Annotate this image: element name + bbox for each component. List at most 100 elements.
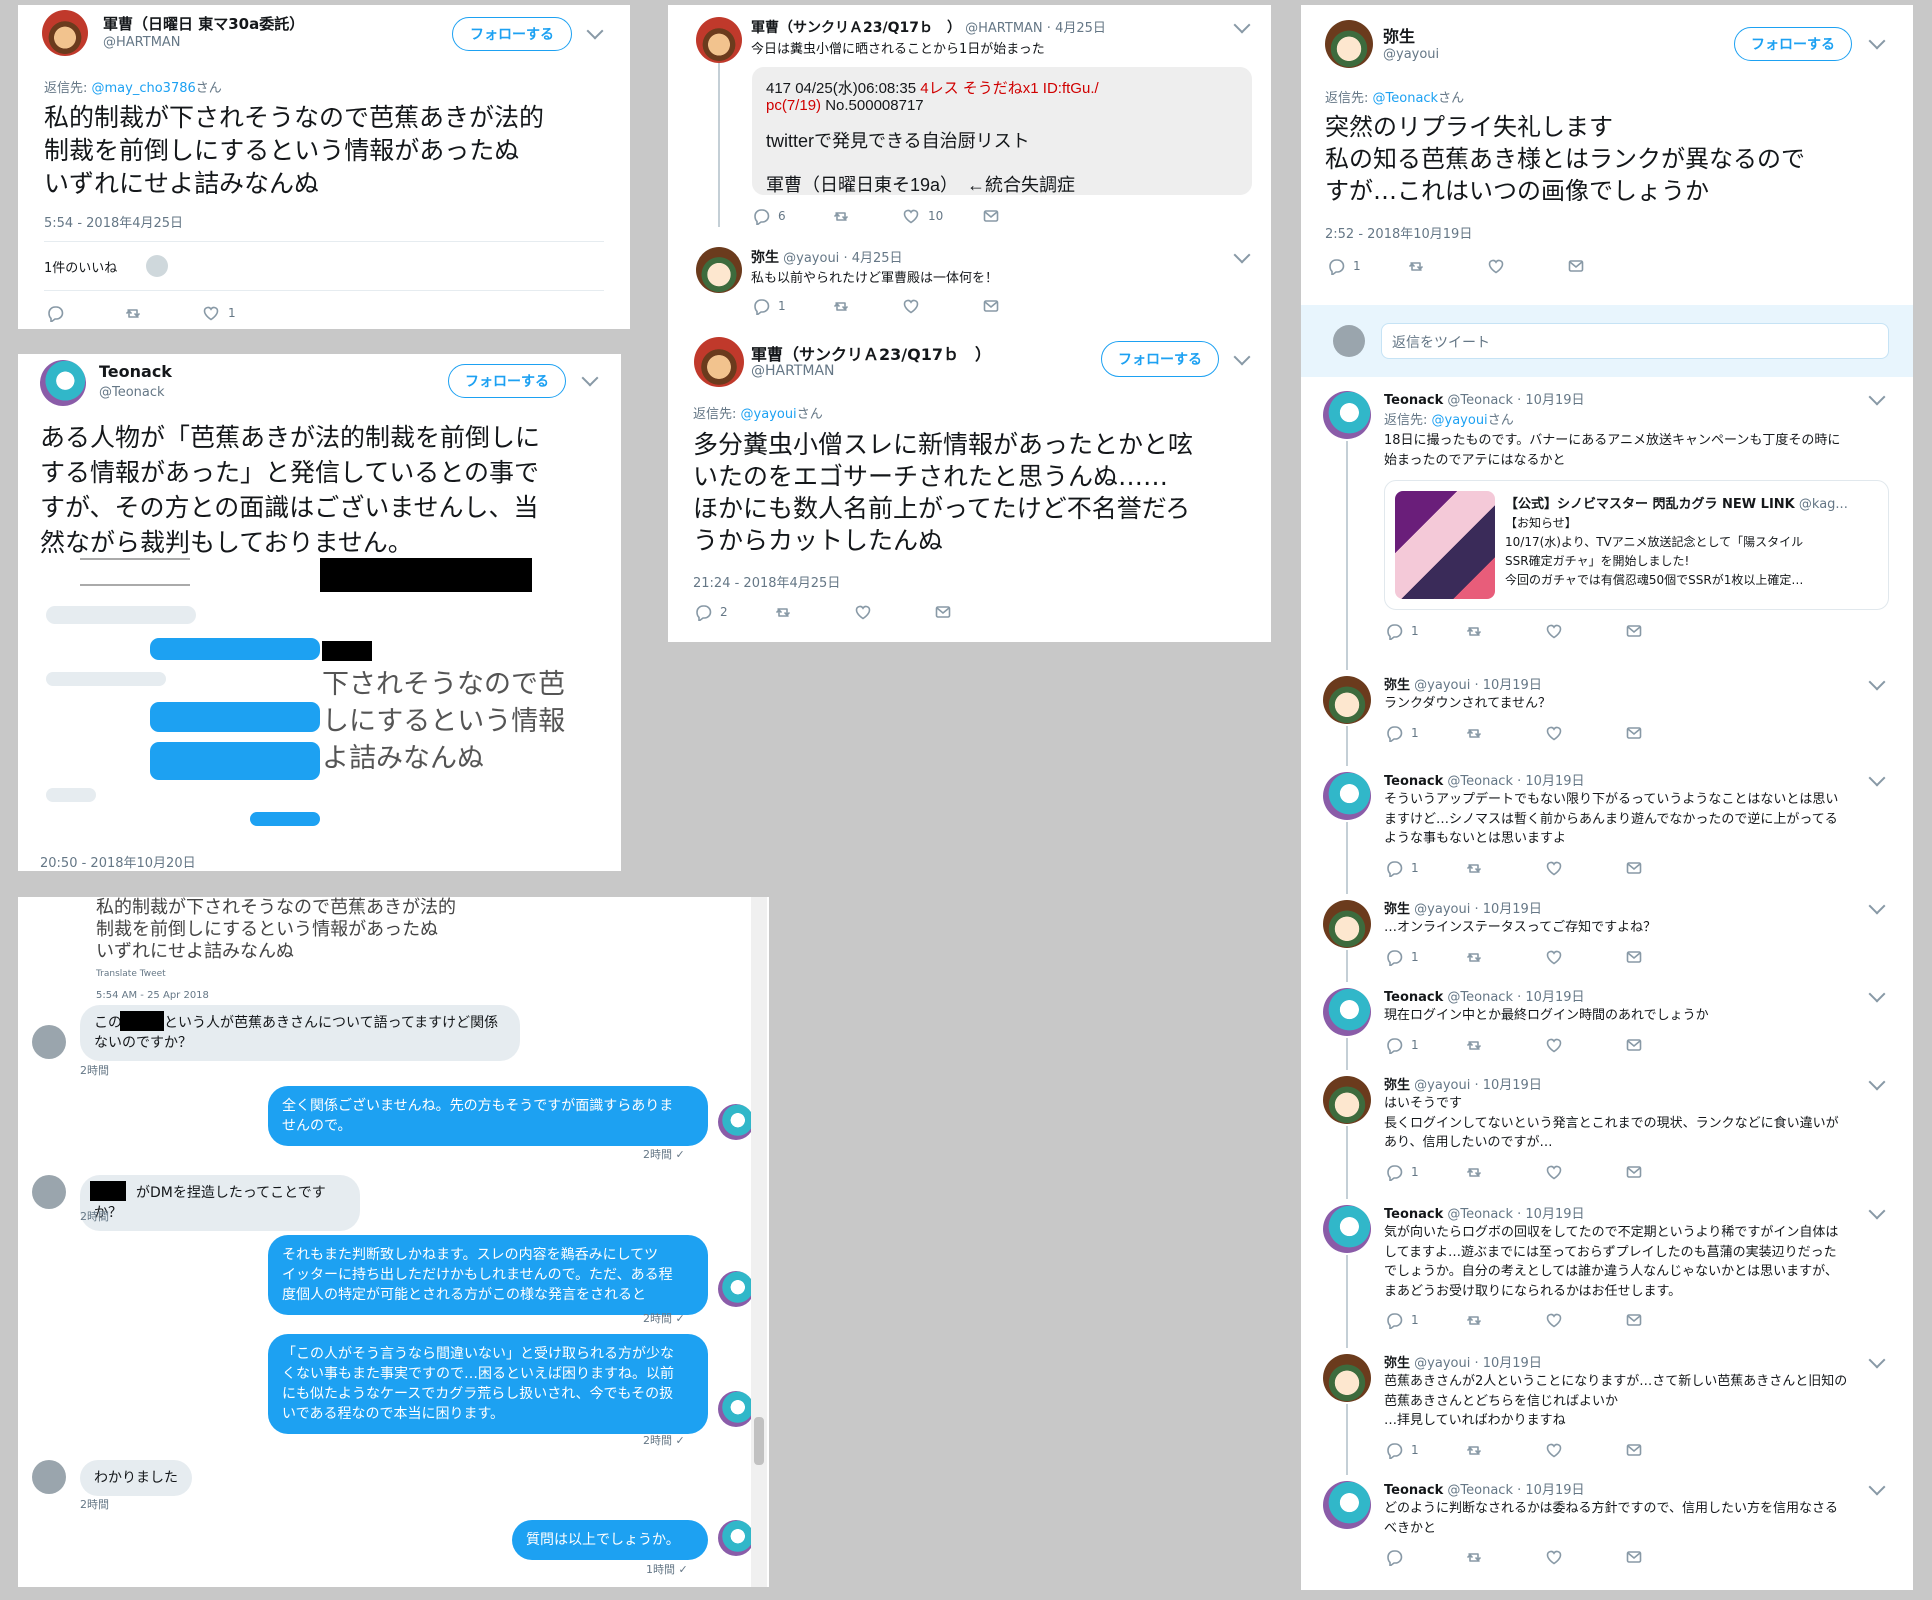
- dm-message[interactable]: わかりました: [80, 1460, 192, 1496]
- chevron-down-icon[interactable]: [1868, 769, 1886, 787]
- dm-button[interactable]: [982, 297, 1000, 315]
- tweet-date[interactable]: 10月19日: [1525, 774, 1584, 789]
- avatar-hartman[interactable]: [694, 337, 744, 387]
- chevron-down-icon[interactable]: [1868, 388, 1886, 406]
- dm-message[interactable]: 全く関係ございませんね。先の方もそうですが面識すらありま せんので。: [268, 1086, 708, 1146]
- chevron-down-icon[interactable]: [1233, 16, 1251, 34]
- like-button[interactable]: [1545, 1548, 1625, 1566]
- tweet-date[interactable]: 10月19日: [1525, 1207, 1584, 1222]
- dm-button[interactable]: [934, 603, 952, 621]
- dm-button[interactable]: [1625, 1163, 1643, 1181]
- dm-button[interactable]: [1625, 1036, 1643, 1054]
- tweet-timestamp[interactable]: 5:54 - 2018年4月25日: [44, 212, 183, 231]
- avatar-teonack[interactable]: [40, 360, 86, 406]
- follow-button[interactable]: フォローする: [1101, 341, 1219, 377]
- reply-button[interactable]: 1: [1385, 622, 1465, 640]
- tweet-date[interactable]: 10月19日: [1483, 1078, 1542, 1093]
- likes-label[interactable]: 1件のいいね: [44, 257, 117, 276]
- retweet-button[interactable]: [1407, 257, 1487, 275]
- chevron-down-icon[interactable]: [1868, 1478, 1886, 1496]
- like-button[interactable]: [1487, 257, 1567, 275]
- retweet-button[interactable]: [1465, 1036, 1545, 1054]
- chevron-down-icon[interactable]: [586, 22, 604, 40]
- avatar-yayoi[interactable]: [696, 247, 742, 293]
- follow-button[interactable]: フォローする: [448, 364, 566, 398]
- retweet-button[interactable]: [124, 304, 142, 322]
- author-name[interactable]: Teonack: [99, 362, 172, 381]
- avatar-default[interactable]: [32, 1025, 66, 1059]
- like-button[interactable]: [1545, 622, 1625, 640]
- avatar-hartman[interactable]: [696, 17, 742, 63]
- chevron-down-icon[interactable]: [1868, 1351, 1886, 1369]
- avatar-yayoi[interactable]: [1323, 1076, 1371, 1124]
- reply-to-user[interactable]: @yayoui: [741, 407, 797, 422]
- author-name[interactable]: Teonack: [1384, 990, 1443, 1005]
- chevron-down-icon[interactable]: [1868, 897, 1886, 915]
- avatar-default[interactable]: [32, 1175, 66, 1209]
- like-button[interactable]: [1545, 1311, 1625, 1329]
- avatar-yayoi[interactable]: [1323, 676, 1371, 724]
- retweet-button[interactable]: [1465, 1441, 1545, 1459]
- avatar-default[interactable]: [1333, 325, 1365, 357]
- author-name[interactable]: 弥生: [1384, 902, 1410, 917]
- avatar-teonack[interactable]: [718, 1520, 754, 1556]
- reply-button[interactable]: 1: [1385, 1311, 1465, 1329]
- reply-to-user[interactable]: @may_cho3786: [92, 81, 196, 96]
- avatar-teonack[interactable]: [1323, 772, 1371, 820]
- like-button[interactable]: [1545, 948, 1625, 966]
- retweet-button[interactable]: [1465, 859, 1545, 877]
- dm-button[interactable]: [1625, 724, 1643, 742]
- retweet-button[interactable]: [1465, 948, 1545, 966]
- chevron-down-icon[interactable]: [1868, 1202, 1886, 1220]
- dm-message[interactable]: 質問は以上でしょうか。: [512, 1520, 708, 1560]
- like-button[interactable]: [902, 297, 982, 315]
- avatar-teonack[interactable]: [1323, 988, 1371, 1036]
- reply-button[interactable]: 1: [1385, 859, 1465, 877]
- avatar-yayoi[interactable]: [1325, 20, 1373, 68]
- avatar-teonack[interactable]: [718, 1391, 754, 1427]
- dm-button[interactable]: [1625, 622, 1643, 640]
- reply-button[interactable]: 1: [1385, 1163, 1465, 1181]
- avatar-teonack[interactable]: [1323, 1205, 1371, 1253]
- dm-message[interactable]: それもまた判断致しかねます。スレの内容を鵜呑みにしてツ イッターに持ち出しただけ…: [268, 1235, 708, 1315]
- dm-button[interactable]: [1625, 859, 1643, 877]
- chevron-down-icon[interactable]: [581, 369, 599, 387]
- liker-avatar[interactable]: [146, 255, 168, 277]
- tweet-date[interactable]: 10月19日: [1525, 393, 1584, 408]
- reply-button[interactable]: 1: [1327, 257, 1407, 275]
- tweet-date[interactable]: 4月25日: [852, 251, 903, 266]
- author-name[interactable]: 軍曹（サンクリＡ23/Q17ｂ ）: [751, 341, 991, 365]
- tweet-date[interactable]: 10月19日: [1483, 902, 1542, 917]
- attached-image-dm-thumbnail[interactable]: [36, 554, 336, 834]
- author-name[interactable]: 軍曹（日曜日 東マ30a委託）: [103, 13, 304, 34]
- reply-to-user[interactable]: @Teonack: [1373, 91, 1439, 106]
- author-name[interactable]: Teonack: [1384, 1483, 1443, 1498]
- avatar-default[interactable]: [32, 1460, 66, 1494]
- reply-button[interactable]: 6: [752, 207, 832, 225]
- dm-button[interactable]: [1625, 948, 1643, 966]
- author-name[interactable]: 弥生: [751, 250, 779, 266]
- reply-button[interactable]: [1385, 1548, 1465, 1566]
- avatar-teonack[interactable]: [718, 1271, 754, 1307]
- chevron-down-icon[interactable]: [1233, 348, 1251, 366]
- chevron-down-icon[interactable]: [1868, 985, 1886, 1003]
- author-name[interactable]: 弥生: [1384, 1078, 1410, 1093]
- like-button[interactable]: [1545, 1441, 1625, 1459]
- like-button[interactable]: 10: [902, 207, 982, 225]
- reply-button[interactable]: 1: [1385, 724, 1465, 742]
- dm-button[interactable]: [1625, 1548, 1643, 1566]
- author-name[interactable]: 弥生: [1384, 1356, 1410, 1371]
- retweet-button[interactable]: [1465, 1311, 1545, 1329]
- tweet-date[interactable]: 10月19日: [1525, 1483, 1584, 1498]
- retweet-button[interactable]: [1465, 724, 1545, 742]
- dm-button[interactable]: [1567, 257, 1585, 275]
- avatar-hartman[interactable]: [42, 10, 88, 56]
- chevron-down-icon[interactable]: [1868, 673, 1886, 691]
- author-name[interactable]: 弥生: [1383, 23, 1415, 47]
- follow-button[interactable]: フォローする: [1734, 27, 1852, 61]
- reply-button[interactable]: 2: [694, 603, 774, 621]
- like-button[interactable]: 1: [202, 304, 236, 322]
- tweet-date[interactable]: 10月19日: [1483, 1356, 1542, 1371]
- dm-button[interactable]: [982, 207, 1000, 225]
- tweet-date[interactable]: 10月19日: [1483, 678, 1542, 693]
